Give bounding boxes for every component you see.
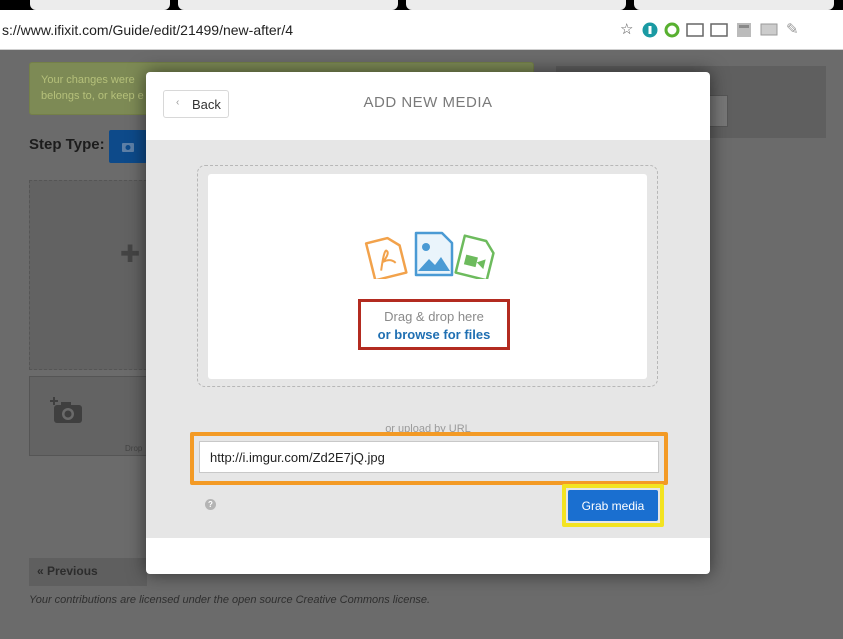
address-bar[interactable]: s://www.ifixit.com/Guide/edit/21499/new-… — [0, 10, 843, 50]
add-media-icon[interactable]: ✚ — [120, 240, 140, 269]
previous-label: « Previous — [37, 564, 98, 578]
image-icon — [414, 231, 454, 277]
cast-icon[interactable] — [710, 22, 728, 42]
media-url-input[interactable] — [199, 441, 659, 473]
previous-button[interactable]: « Previous — [29, 558, 147, 586]
drop-hint: Drop — [125, 444, 143, 453]
step-type-label: Step Type: — [29, 136, 105, 153]
add-media-modal: ‹ Back ADD NEW MEDIA Drag & drop here or… — [146, 72, 710, 574]
step-type-camera-button[interactable] — [109, 130, 147, 163]
grab-media-button[interactable]: Grab media — [568, 490, 658, 521]
browser-tab[interactable] — [178, 0, 398, 10]
drop-instructions: Drag & drop here or browse for files — [358, 299, 510, 350]
video-icon — [454, 234, 495, 279]
modal-title: ADD NEW MEDIA — [363, 94, 493, 111]
url-highlight — [190, 432, 668, 485]
modal-body: Drag & drop here or browse for files or … — [146, 140, 710, 538]
shield-icon[interactable] — [642, 22, 658, 42]
browser-tab[interactable] — [406, 0, 626, 10]
browser-tab[interactable] — [30, 0, 170, 10]
right-panel-input[interactable] — [708, 95, 728, 127]
refresh-extension-icon[interactable] — [664, 22, 680, 42]
tab-strip — [0, 0, 843, 10]
step-media-dropzone[interactable] — [29, 180, 147, 370]
drag-drop-text: Drag & drop here — [384, 309, 484, 324]
url-text[interactable]: s://www.ifixit.com/Guide/edit/21499/new-… — [2, 22, 293, 38]
cast-icon[interactable] — [686, 22, 704, 42]
screen-extension-icon[interactable] — [760, 22, 778, 42]
pdf-icon — [364, 236, 408, 279]
license-text: Your contributions are licensed under th… — [29, 594, 431, 606]
star-icon[interactable]: ☆ — [620, 22, 633, 38]
tools-extension-icon[interactable]: ✎ — [786, 22, 799, 38]
browser-tab[interactable] — [634, 0, 834, 10]
file-dropzone[interactable]: Drag & drop here or browse for files — [197, 165, 658, 387]
grid-extension-icon[interactable] — [736, 22, 752, 42]
help-icon[interactable]: ? — [205, 499, 216, 510]
add-photo-icon[interactable] — [50, 395, 84, 432]
browse-files-link[interactable]: or browse for files — [361, 327, 507, 342]
grab-highlight: Grab media — [562, 484, 664, 527]
media-type-icons — [364, 231, 495, 279]
dropzone-inner[interactable]: Drag & drop here or browse for files — [208, 174, 647, 379]
